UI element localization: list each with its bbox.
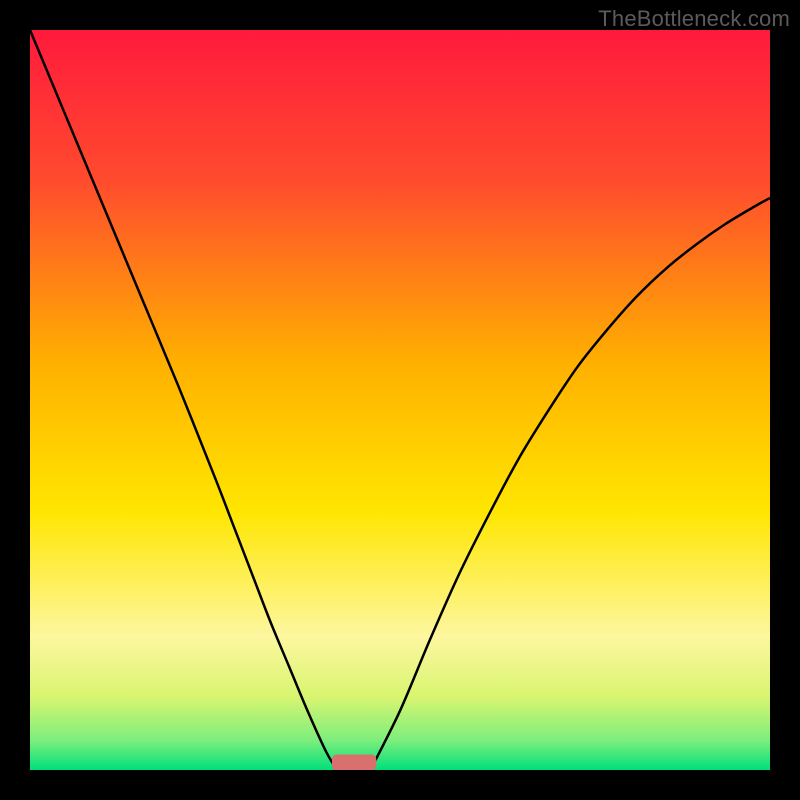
bottleneck-chart [30, 30, 770, 770]
watermark-text: TheBottleneck.com [598, 6, 790, 32]
chart-background [30, 30, 770, 770]
chart-frame [30, 30, 770, 770]
bottleneck-marker [332, 754, 376, 770]
